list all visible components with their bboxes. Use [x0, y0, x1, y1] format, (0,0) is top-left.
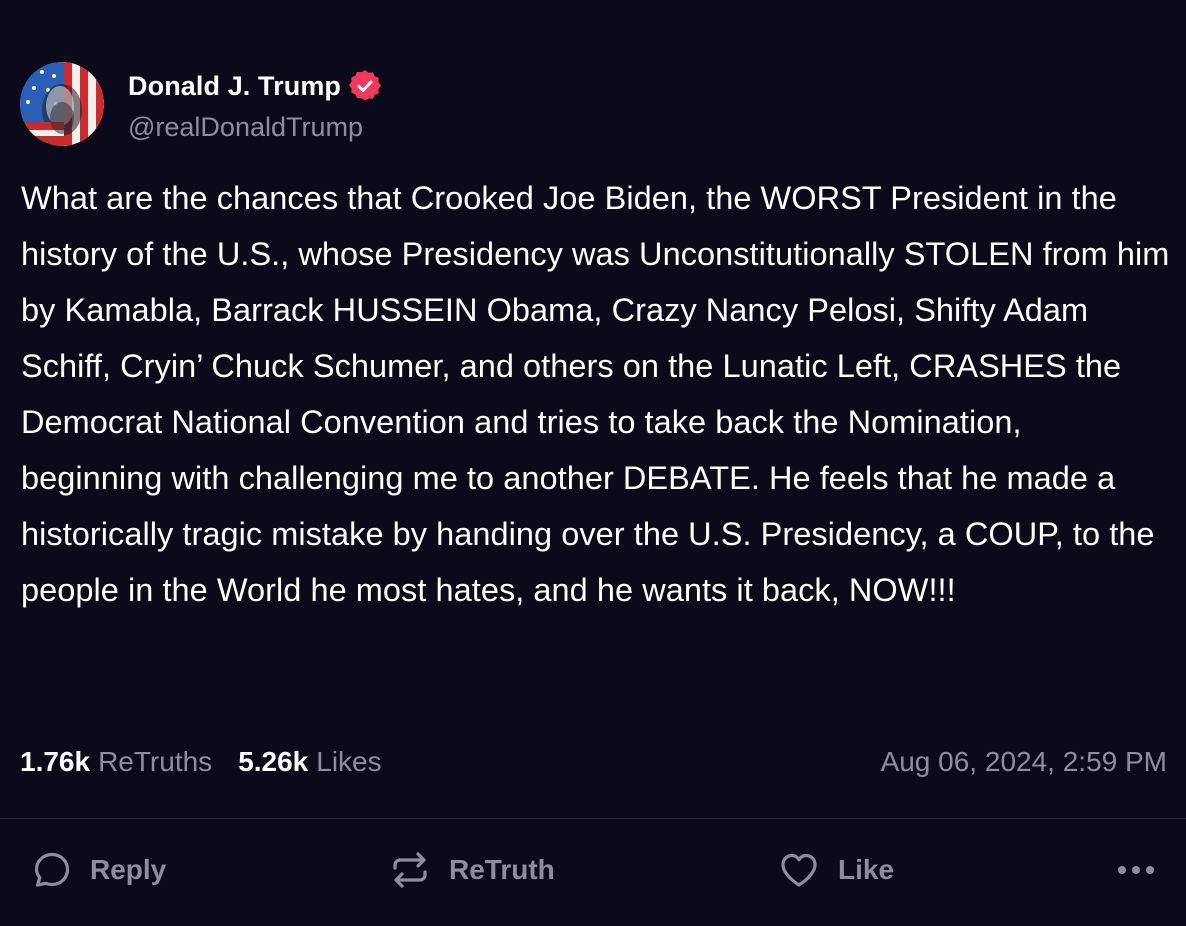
display-name-row: Donald J. Trump	[128, 70, 382, 102]
post-stats: 1.76k ReTruths 5.26k Likes	[20, 746, 382, 778]
actions-divider	[0, 818, 1186, 819]
retruths-label: ReTruths	[98, 746, 213, 777]
reply-button[interactable]: Reply	[32, 844, 166, 896]
post-body-text: What are the chances that Crooked Joe Bi…	[21, 180, 1170, 608]
more-dots-icon	[1118, 866, 1154, 874]
more-options-button[interactable]	[1114, 844, 1158, 896]
post-timestamp[interactable]: Aug 06, 2024, 2:59 PM	[881, 746, 1167, 778]
author-names: Donald J. Trump @realDonaldTrump	[128, 70, 382, 143]
retruth-label: ReTruth	[449, 854, 555, 885]
heart-icon	[781, 853, 817, 887]
like-button[interactable]: Like	[778, 844, 894, 896]
retruths-stat[interactable]: 1.76k ReTruths	[20, 746, 212, 778]
reply-label: Reply	[90, 854, 167, 885]
author-handle[interactable]: @realDonaldTrump	[128, 112, 381, 143]
retruth-button[interactable]: ReTruth	[389, 844, 555, 896]
likes-label: Likes	[316, 746, 382, 777]
like-label: Like	[838, 854, 895, 885]
post-header: Donald J. Trump @realDonaldTrump	[20, 62, 382, 150]
retruths-count: 1.76k	[20, 746, 91, 777]
author-avatar[interactable]	[20, 62, 104, 146]
reply-bubble-icon	[34, 852, 70, 887]
flag-portrait-avatar-icon	[20, 62, 104, 146]
action-bar: Reply ReTruth Like	[0, 844, 1186, 896]
post-card: Donald J. Trump @realDonaldTrump What ar…	[0, 0, 1186, 926]
retruth-arrows-icon	[393, 852, 427, 888]
verified-badge-icon	[349, 70, 382, 102]
author-display-name[interactable]: Donald J. Trump	[128, 71, 341, 102]
likes-count: 5.26k	[238, 746, 309, 777]
likes-stat[interactable]: 5.26k Likes	[238, 746, 381, 778]
